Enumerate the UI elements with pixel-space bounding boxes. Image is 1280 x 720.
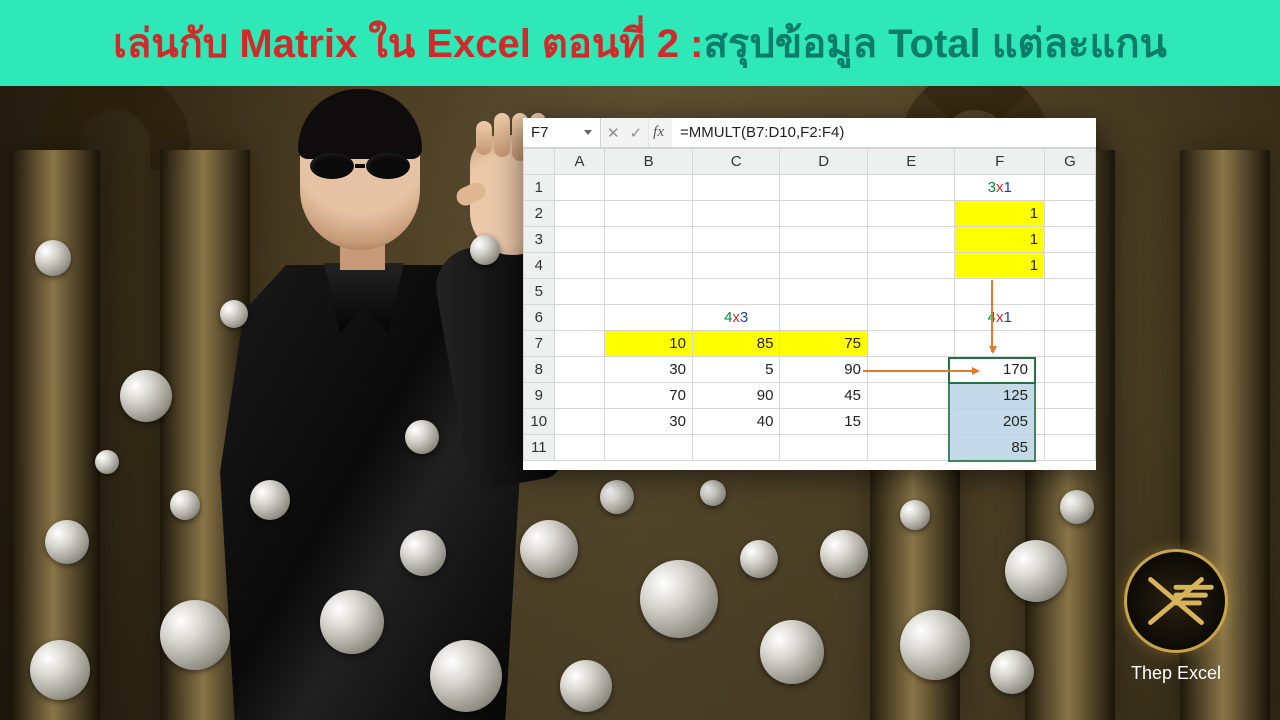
arrow-icon xyxy=(863,370,978,372)
spreadsheet-grid[interactable]: A B C D E F G 1 3x1 2 1 3 1 4 1 5 xyxy=(523,148,1096,461)
cell-F2[interactable]: 1 xyxy=(955,201,1045,227)
name-box[interactable]: F7 xyxy=(523,118,601,147)
cell-F6[interactable]: 4x1 xyxy=(955,305,1045,331)
col-header[interactable]: F xyxy=(955,149,1045,175)
col-header[interactable]: B xyxy=(605,149,693,175)
cell-D10[interactable]: 15 xyxy=(780,409,868,435)
thep-excel-logo-icon xyxy=(1124,549,1228,653)
row-header[interactable]: 1 xyxy=(524,175,555,201)
row-header[interactable]: 8 xyxy=(524,357,555,383)
cell-C9[interactable]: 90 xyxy=(692,383,780,409)
row-header[interactable]: 9 xyxy=(524,383,555,409)
cell-F7[interactable] xyxy=(955,331,1045,357)
col-header[interactable]: C xyxy=(692,149,780,175)
title-part1: เล่นกับ Matrix ใน Excel ตอนที่ 2 : xyxy=(113,11,703,75)
cell-F9-value: 205 xyxy=(948,413,1034,430)
cell-C7[interactable]: 85 xyxy=(692,331,780,357)
cell-C6[interactable]: 4x3 xyxy=(692,305,780,331)
cell-C10[interactable]: 40 xyxy=(692,409,780,435)
cell-B9[interactable]: 70 xyxy=(605,383,693,409)
chevron-down-icon xyxy=(584,130,592,135)
col-header[interactable]: E xyxy=(867,149,955,175)
formula-text: =MMULT(B7:D10,F2:F4) xyxy=(680,124,844,141)
col-header[interactable]: A xyxy=(554,149,605,175)
excel-screenshot: F7 ✕ ✓ fx =MMULT(B7:D10,F2:F4) A B C D E… xyxy=(523,118,1096,470)
cell-B10[interactable]: 30 xyxy=(605,409,693,435)
col-header[interactable]: D xyxy=(780,149,868,175)
cell-B8[interactable]: 30 xyxy=(605,357,693,383)
cell-F10-value: 85 xyxy=(948,439,1034,456)
brand-name: Thep Excel xyxy=(1110,663,1242,684)
cell-D7[interactable]: 75 xyxy=(780,331,868,357)
pillar-decor xyxy=(10,150,100,720)
row-header[interactable]: 11 xyxy=(524,435,555,461)
brand-block: Thep Excel xyxy=(1110,549,1242,684)
cancel-icon[interactable]: ✕ xyxy=(607,124,620,142)
row-header[interactable]: 10 xyxy=(524,409,555,435)
cell-B7[interactable]: 10 xyxy=(605,331,693,357)
row-header[interactable]: 6 xyxy=(524,305,555,331)
enter-icon[interactable]: ✓ xyxy=(630,124,643,142)
row-header[interactable]: 4 xyxy=(524,253,555,279)
title-part2: สรุปข้อมูล Total แต่ละแกน xyxy=(703,11,1166,75)
active-cell-ref: F7 xyxy=(531,124,549,141)
row-header[interactable]: 3 xyxy=(524,227,555,253)
title-banner: เล่นกับ Matrix ใน Excel ตอนที่ 2 : สรุปข… xyxy=(0,0,1280,86)
cell-D9[interactable]: 45 xyxy=(780,383,868,409)
row-header[interactable]: 2 xyxy=(524,201,555,227)
cell-C8[interactable]: 5 xyxy=(692,357,780,383)
col-header[interactable]: G xyxy=(1045,149,1096,175)
row-header[interactable]: 7 xyxy=(524,331,555,357)
formula-input[interactable]: =MMULT(B7:D10,F2:F4) xyxy=(672,118,1096,147)
cell-F3[interactable]: 1 xyxy=(955,227,1045,253)
arrow-icon xyxy=(991,280,993,352)
select-all-corner[interactable] xyxy=(524,149,555,175)
cell-F1[interactable]: 3x1 xyxy=(955,175,1045,201)
row-header[interactable]: 5 xyxy=(524,279,555,305)
cell-F4[interactable]: 1 xyxy=(955,253,1045,279)
cell-F8-value: 125 xyxy=(948,387,1034,404)
cell-D8[interactable]: 90 xyxy=(780,357,868,383)
fx-icon[interactable]: fx xyxy=(649,118,672,147)
sunglasses-icon xyxy=(310,151,410,181)
formula-bar: F7 ✕ ✓ fx =MMULT(B7:D10,F2:F4) xyxy=(523,118,1096,148)
